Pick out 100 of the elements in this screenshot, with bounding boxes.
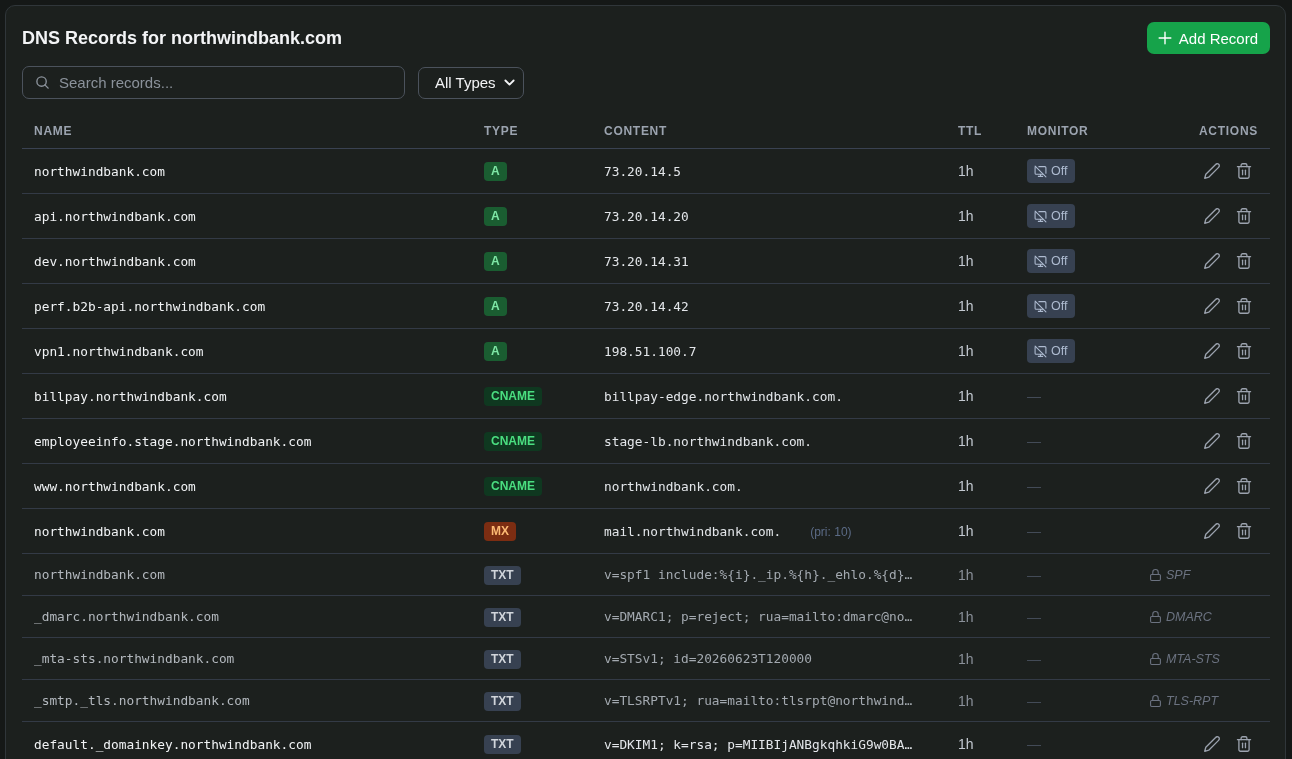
record-content: 73.20.14.20	[604, 208, 689, 224]
plus-icon	[1157, 31, 1172, 45]
ttl-value: 1h	[958, 650, 974, 667]
record-content: v=DKIM1; k=rsa; p=MIIBIjANBgkqhkiG9w0BA…	[604, 736, 913, 752]
pencil-icon	[1204, 163, 1220, 179]
pencil-icon	[1204, 736, 1220, 752]
monitor-toggle[interactable]: Off	[1027, 339, 1076, 363]
monitor-toggle[interactable]: Off	[1027, 159, 1076, 183]
trash-icon	[1236, 163, 1252, 179]
record-name: vpn1.northwindbank.com	[34, 343, 204, 359]
monitor-empty-dash: —	[1027, 608, 1041, 625]
pencil-icon	[1204, 523, 1220, 539]
trash-icon	[1236, 736, 1252, 752]
record-name: dev.northwindbank.com	[34, 253, 196, 269]
monitor-empty-dash: —	[1027, 566, 1041, 583]
monitor-toggle[interactable]: Off	[1027, 204, 1076, 228]
record-content: 198.51.100.7	[604, 343, 697, 359]
record-name: employeeinfo.stage.northwindbank.com	[34, 433, 312, 449]
record-content: v=spf1 include:%{i}._ip.%{h}._ehlo.%{d}…	[604, 567, 913, 582]
chevron-down-icon	[504, 77, 515, 88]
monitor-off-icon	[1034, 254, 1047, 268]
record-content: v=TLSRPTv1; rua=mailto:tlsrpt@northwind…	[604, 693, 913, 708]
record-content: stage-lb.northwindbank.com.	[604, 433, 813, 449]
record-type-tag: A	[484, 207, 507, 226]
record-type-tag: A	[484, 162, 507, 181]
pencil-icon	[1204, 433, 1220, 449]
record-content: v=DMARC1; p=reject; rua=mailto:dmarc@no…	[604, 609, 913, 624]
pencil-icon	[1204, 343, 1220, 359]
record-name: northwindbank.com	[34, 163, 165, 179]
ttl-value: 1h	[958, 208, 974, 224]
monitor-empty-dash: —	[1027, 650, 1041, 667]
monitor-empty-dash: —	[1027, 433, 1041, 449]
column-header: ACTIONS	[1198, 124, 1258, 138]
monitor-empty-dash: —	[1027, 388, 1041, 404]
type-filter-select[interactable]: All Types	[418, 66, 524, 99]
ttl-value: 1h	[958, 343, 974, 359]
column-header: TTL	[958, 124, 983, 138]
ttl-value: 1h	[958, 298, 974, 314]
ttl-value: 1h	[958, 692, 974, 709]
record-name: default._domainkey.northwindbank.com	[34, 736, 312, 752]
record-type-tag: A	[484, 297, 507, 316]
record-type-tag: TXT	[484, 691, 521, 711]
trash-icon	[1236, 343, 1252, 359]
record-type-tag: TXT	[484, 649, 521, 669]
monitor-off-icon	[1034, 344, 1047, 358]
lock-label: MTA-STS	[1166, 650, 1220, 668]
record-type-tag: TXT	[484, 607, 521, 627]
record-type-tag: CNAME	[484, 387, 542, 406]
lock-icon	[1150, 694, 1161, 707]
trash-icon	[1236, 478, 1252, 494]
ttl-value: 1h	[958, 478, 974, 494]
record-type-tag: TXT	[484, 565, 521, 585]
lock-label: DMARC	[1166, 608, 1212, 626]
monitor-off-icon	[1034, 164, 1047, 178]
record-type-tag: CNAME	[484, 432, 542, 451]
monitor-empty-dash: —	[1027, 523, 1041, 539]
monitor-empty-dash: —	[1027, 736, 1041, 752]
search-icon	[35, 75, 50, 90]
record-content: billpay-edge.northwindbank.com.	[604, 388, 843, 404]
monitor-empty-dash: —	[1027, 692, 1041, 709]
monitor-empty-dash: —	[1027, 478, 1041, 494]
add-record-button[interactable]: Add Record	[1146, 22, 1270, 54]
lock-label: SPF	[1166, 566, 1191, 584]
ttl-value: 1h	[958, 523, 974, 539]
column-header: TYPE	[484, 124, 519, 138]
record-name: billpay.northwindbank.com	[34, 388, 227, 404]
trash-icon	[1236, 433, 1252, 449]
record-content: northwindbank.com.	[604, 478, 743, 494]
record-content: mail.northwindbank.com.	[604, 523, 782, 539]
priority-note: (pri: 10)	[810, 524, 852, 539]
monitor-toggle[interactable]: Off	[1027, 294, 1076, 318]
ttl-value: 1h	[958, 433, 974, 449]
column-header: MONITOR	[1027, 124, 1089, 138]
record-name: perf.b2b-api.northwindbank.com	[34, 298, 266, 314]
record-content: 73.20.14.5	[604, 163, 682, 179]
trash-icon	[1236, 523, 1252, 539]
trash-icon	[1236, 253, 1252, 269]
record-name: api.northwindbank.com	[34, 208, 196, 224]
monitor-off-icon	[1034, 299, 1047, 313]
record-type-tag: MX	[484, 522, 516, 541]
monitor-toggle[interactable]: Off	[1027, 249, 1076, 273]
record-type-tag: CNAME	[484, 477, 542, 496]
record-content: v=STSv1; id=20260623T120000	[604, 651, 813, 666]
ttl-value: 1h	[958, 253, 974, 269]
trash-icon	[1236, 208, 1252, 224]
pencil-icon	[1204, 298, 1220, 314]
lock-icon	[1150, 652, 1161, 665]
search-field[interactable]: Search records...	[22, 66, 405, 99]
lock-label: TLS-RPT	[1166, 692, 1219, 710]
record-name: northwindbank.com	[34, 523, 165, 539]
record-name: northwindbank.com	[34, 567, 165, 582]
monitor-off-icon	[1034, 209, 1047, 223]
ttl-value: 1h	[958, 736, 974, 752]
column-header: CONTENT	[604, 124, 668, 138]
pencil-icon	[1204, 388, 1220, 404]
pencil-icon	[1204, 208, 1220, 224]
ttl-value: 1h	[958, 608, 974, 625]
record-content: 73.20.14.42	[604, 298, 689, 314]
record-content: 73.20.14.31	[604, 253, 689, 269]
lock-icon	[1150, 610, 1161, 623]
